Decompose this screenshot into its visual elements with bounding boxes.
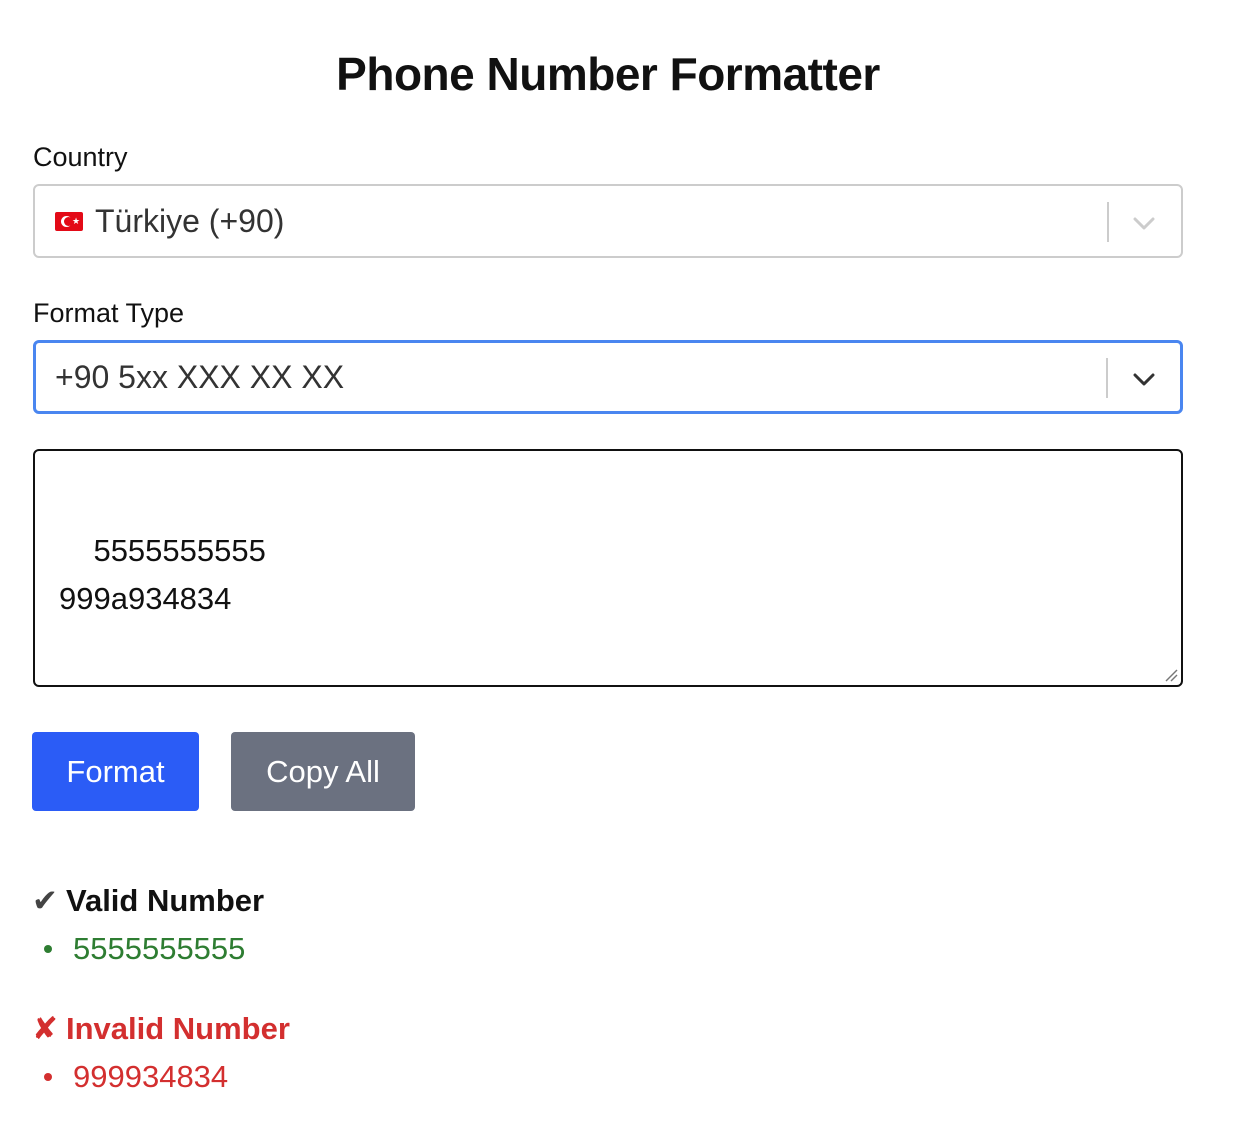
valid-results-heading: ✔ Valid Number xyxy=(32,881,264,921)
invalid-results-heading: ✘ Invalid Number xyxy=(32,1009,290,1049)
format-type-select-value: +90 5xx XXX XX XX xyxy=(55,343,344,411)
chevron-down-icon[interactable] xyxy=(1129,364,1159,394)
invalid-heading-text: Invalid Number xyxy=(65,1011,290,1046)
select-separator xyxy=(1107,202,1109,242)
country-select[interactable]: ★ Türkiye (+90) xyxy=(33,184,1183,258)
invalid-number-text: 999934834 xyxy=(73,1059,229,1094)
bullet-icon xyxy=(44,1073,52,1081)
page-title: Phone Number Formatter xyxy=(336,48,880,100)
valid-heading-text: Valid Number xyxy=(65,883,265,918)
format-type-select[interactable]: +90 5xx XXX XX XX xyxy=(33,340,1183,414)
resize-handle-icon[interactable] xyxy=(1162,666,1178,682)
country-select-value: ★ Türkiye (+90) xyxy=(55,186,284,256)
format-button[interactable]: Format xyxy=(32,732,199,811)
list-item: 5555555555 xyxy=(44,929,245,969)
select-separator xyxy=(1106,358,1108,398)
textarea-content: 5555555555 999a934834 xyxy=(59,533,266,616)
list-item: 999934834 xyxy=(44,1057,228,1097)
valid-number-text: 5555555555 xyxy=(73,931,246,966)
copy-all-button[interactable]: Copy All xyxy=(231,732,415,811)
cross-mark-icon: ✘ xyxy=(32,1011,58,1046)
chevron-down-icon[interactable] xyxy=(1129,208,1159,238)
phone-formatter-page: Phone Number Formatter Country ★ Türkiye… xyxy=(0,0,1236,1136)
format-type-label: Format Type xyxy=(33,298,185,328)
country-label: Country xyxy=(33,142,128,172)
format-type-selected-text: +90 5xx XXX XX XX xyxy=(55,358,345,395)
phone-numbers-textarea[interactable]: 5555555555 999a934834 xyxy=(33,449,1183,687)
country-selected-text: Türkiye (+90) xyxy=(95,202,285,239)
bullet-icon xyxy=(44,945,52,953)
turkey-flag-icon: ★ xyxy=(55,211,83,231)
checkmark-icon: ✔ xyxy=(32,883,58,918)
